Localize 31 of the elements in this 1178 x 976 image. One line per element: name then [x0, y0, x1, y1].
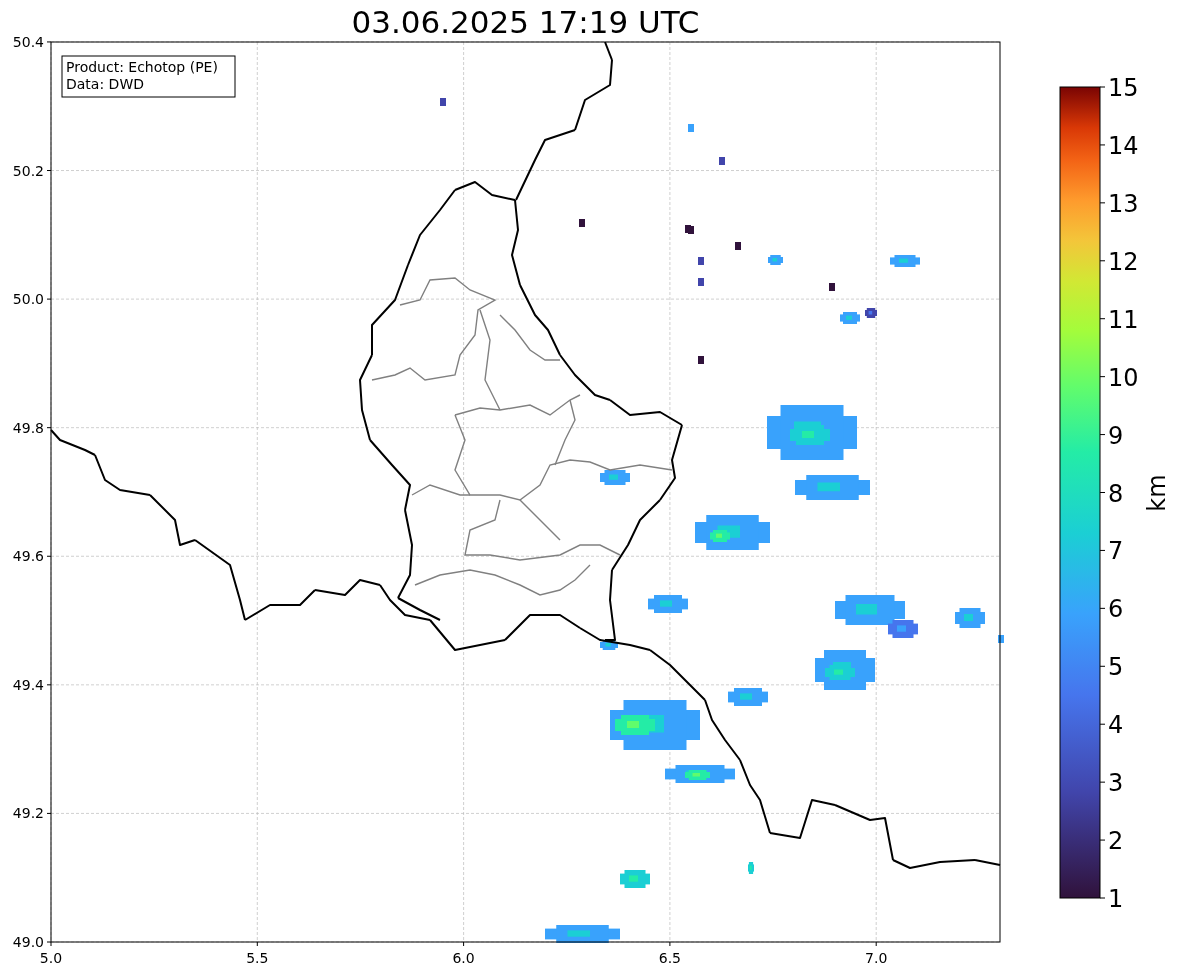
colorbar-tick-label: 4 [1108, 711, 1124, 740]
colorbar-tick-label: 14 [1108, 131, 1139, 160]
legend-text: Product: Echotop (PE) [66, 59, 218, 75]
axis-tick-label: 5.5 [246, 950, 269, 966]
colorbar-tick-label: 10 [1108, 363, 1139, 392]
axis-tick-label: 49.8 [12, 419, 44, 436]
colorbar-tick-label: 5 [1108, 653, 1124, 682]
axis-tick-label: 49.6 [12, 548, 44, 565]
colorbar-tick-label: 3 [1108, 769, 1124, 798]
axis-tick-label: 5.0 [39, 950, 63, 966]
colorbar-tick-label: 2 [1108, 827, 1124, 856]
axis-tick-label: 7.0 [865, 950, 888, 966]
colorbar-tick-label: 13 [1108, 189, 1139, 218]
colorbar-tick-label: 11 [1108, 305, 1139, 334]
axis-tick-label: 50.4 [12, 33, 44, 50]
colorbar-tick-label: 6 [1108, 595, 1124, 624]
colorbar-tick-label: 15 [1108, 74, 1139, 102]
axis-tick-label: 49.4 [12, 676, 44, 693]
colorbar-tick-label: 7 [1108, 537, 1124, 566]
axis-tick-label: 6.0 [452, 950, 475, 966]
colorbar-label: km [1143, 474, 1171, 512]
axis-tick-label: 50.0 [12, 291, 44, 308]
axis-tick-label: 49.2 [12, 805, 44, 822]
colorbar-tick-label: 9 [1108, 421, 1124, 450]
colorbar-tick-label: 12 [1108, 247, 1139, 276]
legend-text: Data: DWD [66, 76, 144, 92]
axis-tick-label: 49.0 [12, 934, 44, 950]
axis-tick-label: 50.2 [12, 162, 44, 179]
colorbar-tick-label: 1 [1108, 885, 1124, 913]
axis-tick-label: 6.5 [658, 950, 682, 966]
colorbar-tick-label: 8 [1108, 479, 1124, 508]
